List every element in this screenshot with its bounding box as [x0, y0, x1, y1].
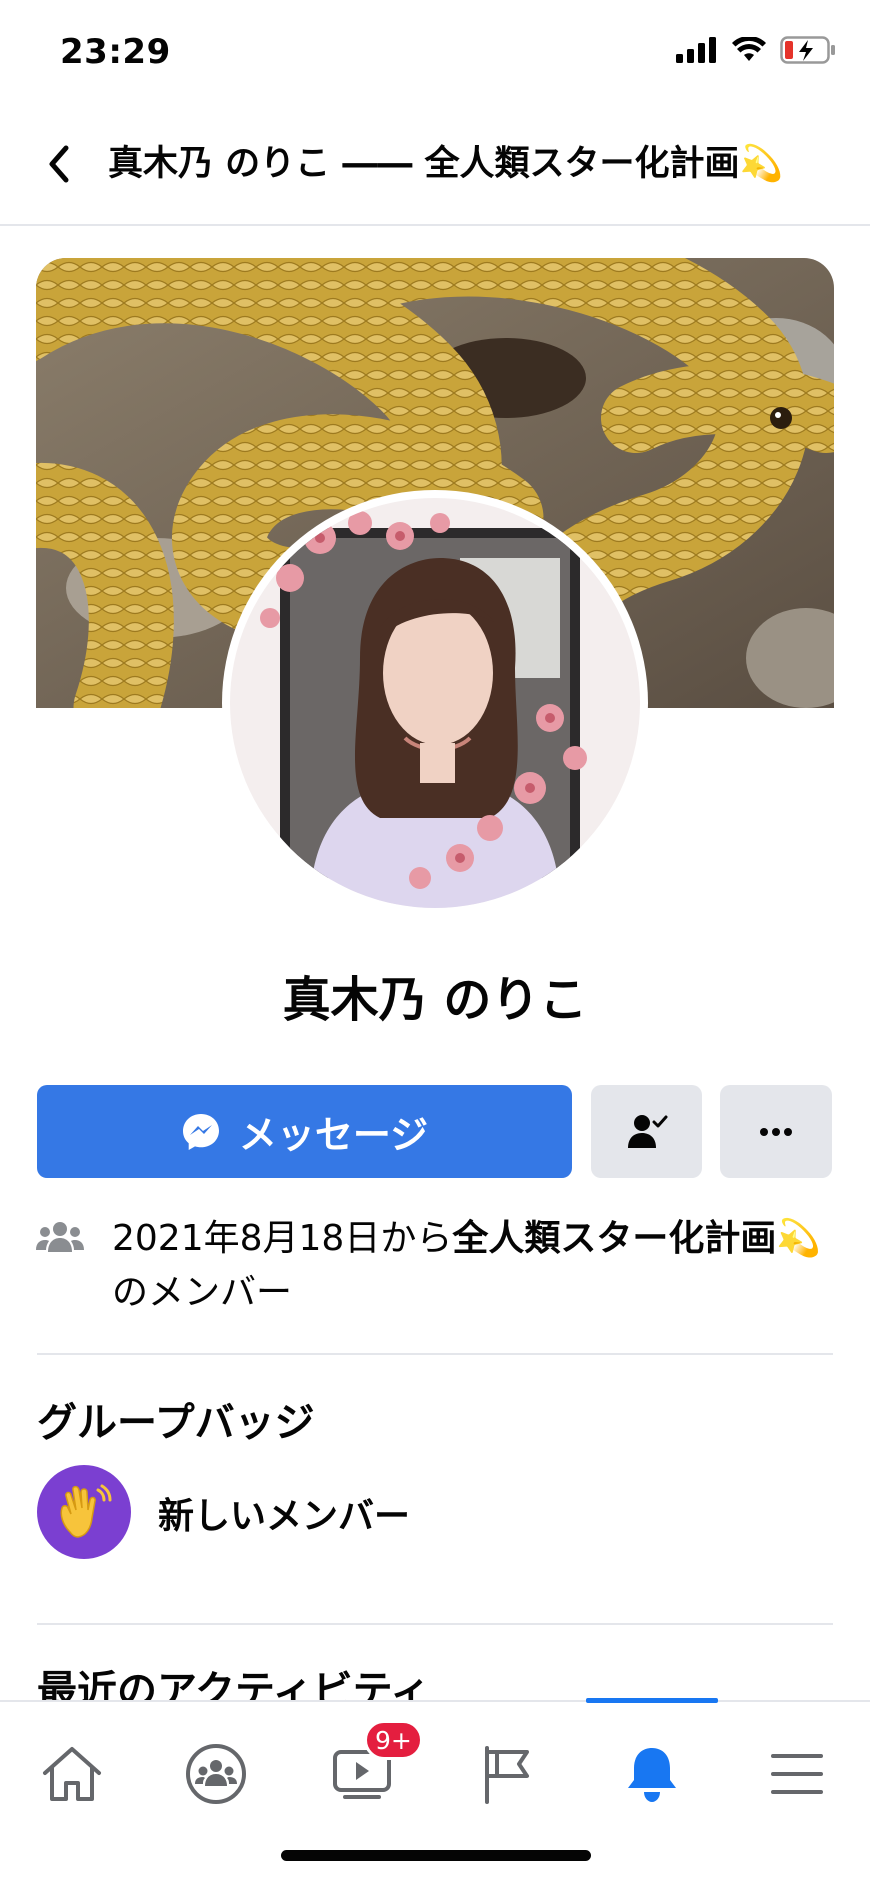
- page-title: 真木乃 のりこ ―― 全人類スター化計画💫: [108, 144, 784, 184]
- tab-groups[interactable]: [174, 1732, 258, 1816]
- page-header: 真木乃 のりこ ―― 全人類スター化計画💫: [0, 120, 870, 226]
- waving-hand-glyph: [60, 1484, 112, 1538]
- friend-check-icon: [627, 1114, 667, 1148]
- back-button[interactable]: [36, 142, 80, 186]
- status-time: 23:29: [60, 32, 171, 72]
- tab-home[interactable]: [30, 1732, 114, 1816]
- battery-icon: [780, 36, 835, 64]
- profile-name: 真木乃 のりこ: [282, 972, 588, 1028]
- active-tab-indicator: [586, 1698, 718, 1703]
- membership-group-link[interactable]: 全人類スター化計画💫: [452, 1218, 821, 1259]
- signal-icon: [676, 37, 716, 63]
- tab-menu[interactable]: [755, 1732, 839, 1816]
- friends-button[interactable]: [591, 1085, 702, 1178]
- flag-icon: [485, 1746, 529, 1804]
- status-icons: [676, 36, 836, 64]
- profile-picture[interactable]: [222, 490, 648, 916]
- waving-hand-icon[interactable]: [37, 1465, 131, 1559]
- home-indicator: [281, 1850, 591, 1861]
- more-dots-icon: [760, 1127, 792, 1136]
- groups-icon: [186, 1744, 246, 1804]
- message-button-label: メッセージ: [238, 1113, 429, 1157]
- badges-section-title: グループバッジ: [37, 1400, 315, 1446]
- more-options-button[interactable]: [720, 1085, 832, 1178]
- membership-suffix: のメンバー: [112, 1272, 293, 1313]
- badge-label: 新しいメンバー: [158, 1496, 411, 1537]
- group-members-icon: [36, 1222, 84, 1252]
- back-arrow-icon: [49, 145, 69, 183]
- divider: [37, 1623, 833, 1625]
- watch-notification-badge: 9+: [364, 1720, 423, 1760]
- messenger-icon: [182, 1113, 219, 1150]
- membership-text: 2021年8月18日から全人類スター化計画💫 のメンバー: [112, 1212, 842, 1320]
- wifi-icon: [732, 37, 766, 61]
- message-button[interactable]: メッセージ: [37, 1085, 572, 1178]
- home-icon: [43, 1747, 101, 1801]
- profile-photo: [230, 498, 640, 908]
- notifications-bell-icon: [628, 1748, 676, 1802]
- tab-notifications[interactable]: [610, 1732, 694, 1816]
- tab-pages[interactable]: [465, 1732, 549, 1816]
- hamburger-menu-icon: [771, 1754, 823, 1794]
- divider: [37, 1353, 833, 1355]
- membership-date: 2021年8月18日から: [112, 1218, 453, 1259]
